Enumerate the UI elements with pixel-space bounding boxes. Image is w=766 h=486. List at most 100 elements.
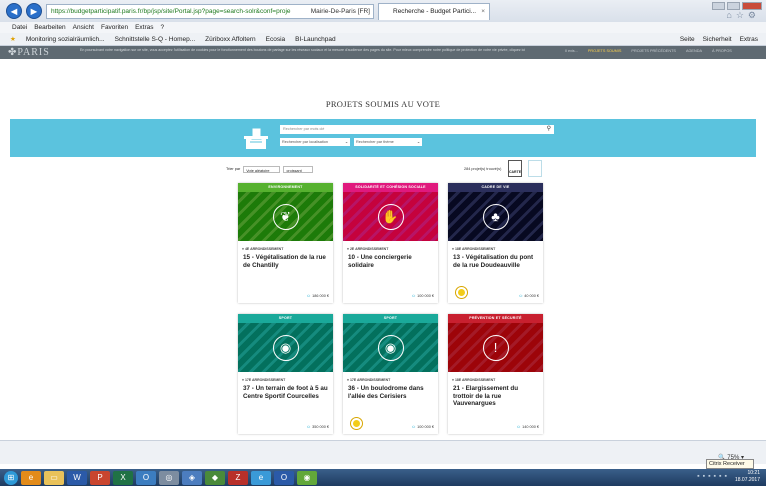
toolbar-security-button[interactable]: Sicherheit <box>703 33 732 46</box>
favorite-link[interactable]: BI-Launchpad <box>295 33 335 45</box>
outlook-app-icon[interactable]: O <box>274 470 294 485</box>
search-band: Rechercher par mots clé ⚲ Rechercher par … <box>10 119 756 157</box>
maximize-icon[interactable] <box>727 2 740 10</box>
favorite-link[interactable]: Schnittstelle S-Q - Homep... <box>115 33 196 45</box>
favorites-star-icon[interactable]: ★ <box>10 33 16 45</box>
outlook-app-icon[interactable]: O <box>136 470 156 485</box>
card-budget: ⛀ 140 000 € <box>517 424 539 429</box>
back-button-icon[interactable]: ◄ <box>6 3 22 19</box>
card-title[interactable]: 13 - Végétalisation du pont de la rue Do… <box>448 251 543 269</box>
theme-select[interactable]: Rechercher par thème ⌄ <box>354 138 422 146</box>
card-image: ❦ <box>238 192 333 241</box>
money-bag-icon: ⛀ <box>306 294 311 298</box>
card-image: ♣ <box>448 192 543 241</box>
view-list-button[interactable] <box>528 160 542 177</box>
card-title[interactable]: 36 - Un boulodrome dans l'allée des Ceri… <box>343 382 438 400</box>
money-bag-icon: ⛀ <box>519 294 523 298</box>
windows-taskbar: ⊞ e ▭ W P X O ◎ ◈ ◆ Z e O ◉ ▪▪▪▪▪▪ 10:21… <box>0 469 766 486</box>
start-button-icon[interactable]: ⊞ <box>4 470 18 485</box>
card-category-tag: SOLIDARITÉ ET COHÉSION SOCIALE <box>343 183 438 192</box>
menu-item[interactable]: ? <box>161 22 165 33</box>
url-text: https://budgetparticipatif.paris.fr/bp/j… <box>51 8 291 15</box>
card-budget: ⛀ 100 000 € <box>412 424 434 429</box>
nav-item[interactable]: PROJETS PRÉCÉDENTS <box>631 49 676 53</box>
favorite-link[interactable]: Ecosia <box>266 33 286 45</box>
ie-app-icon[interactable]: e <box>251 470 271 485</box>
money-bag-icon: ⛀ <box>516 425 521 429</box>
minimize-icon[interactable] <box>712 2 725 10</box>
browser-tab[interactable]: Recherche - Budget Partici... × <box>378 3 490 20</box>
word-app-icon[interactable]: W <box>67 470 87 485</box>
arrondissement-text: 17E ARRONDISSEMENT <box>349 378 391 382</box>
menu-item[interactable]: Extras <box>135 22 153 33</box>
card-title[interactable]: 37 - Un terrain de foot à 5 au Centre Sp… <box>238 382 333 400</box>
folder-app-icon[interactable]: ▭ <box>44 470 64 485</box>
filezilla-app-icon[interactable]: Z <box>228 470 248 485</box>
nav-item[interactable]: Il exis... <box>565 49 578 53</box>
card-title[interactable]: 10 - Une conciergerie solidaire <box>343 251 438 269</box>
tab-title: Recherche - Budget Partici... <box>393 8 477 15</box>
nav-item[interactable]: À PROPOS <box>712 49 732 53</box>
sort-select[interactable]: Vote aléatoire <box>243 165 281 173</box>
search-input[interactable]: Rechercher par mots clé ⚲ <box>280 125 554 134</box>
sort-label: Trier par <box>226 167 241 171</box>
budget-value: 140 000 € <box>522 425 539 429</box>
arrondissement-text: 17E ARRONDISSEMENT <box>244 378 286 382</box>
site-nav: Il exis... PROJETS SOUMIS PROJETS PRÉCÉD… <box>565 49 732 53</box>
window-controls <box>712 2 762 10</box>
close-window-icon[interactable] <box>742 2 762 10</box>
project-card[interactable]: SOLIDARITÉ ET COHÉSION SOCIALE ✋ ⌖ 2E ARRO… <box>343 183 438 303</box>
powerpoint-app-icon[interactable]: P <box>90 470 110 485</box>
sort-order-value: croissant <box>286 168 302 173</box>
arrondissement-text: 2E ARRONDISSEMENT <box>349 247 389 251</box>
system-tray-icons[interactable]: ▪▪▪▪▪▪ <box>697 473 730 480</box>
project-card[interactable]: CADRE DE VIE ♣ ⌖ 18E ARRONDISSEMENT 13 - Vé… <box>448 183 543 303</box>
app-icon[interactable]: ◆ <box>205 470 225 485</box>
nav-item[interactable]: AGENDA <box>686 49 702 53</box>
clock-time: 10:21 <box>747 470 760 476</box>
ballot-box-icon <box>244 127 268 149</box>
ie-app-icon[interactable]: e <box>21 470 41 485</box>
arrondissement-text: 4E ARRONDISSEMENT <box>244 247 284 251</box>
menu-item[interactable]: Ansicht <box>73 22 94 33</box>
favorites-bar: ★ Monitoring sozialräumlich... Schnittst… <box>0 33 766 46</box>
favorite-link[interactable]: Monitoring sozialräumlich... <box>26 33 105 45</box>
project-card[interactable]: PRÉVENTION ET SÉCURITÉ! ⌖ 18E ARRONDISSEM… <box>448 314 543 434</box>
menu-item[interactable]: Bearbeiten <box>34 22 65 33</box>
clock: 10:21 18.07.2017 <box>735 470 760 484</box>
search-icon[interactable]: ⚲ <box>547 125 551 134</box>
paris-logo[interactable]: ✤PARIS <box>8 47 50 58</box>
project-card[interactable]: SPORT ◉ ⌖ 17E ARRONDISSEMENT 37 - Un terrai… <box>238 314 333 434</box>
address-bar[interactable]: https://budgetparticipatif.paris.fr/bp/j… <box>46 4 374 19</box>
sort-order-select[interactable]: croissant <box>283 165 313 173</box>
nav-item-projets-soumis[interactable]: PROJETS SOUMIS <box>588 49 622 53</box>
money-bag-icon: ⛀ <box>411 425 416 429</box>
page-title: PROJETS SOUMIS AU VOTE <box>325 99 441 109</box>
toolbar-extras-button[interactable]: Extras <box>740 33 758 46</box>
card-title[interactable]: 15 - Végétalisation de la rue de Chantil… <box>238 251 333 269</box>
forward-button-icon[interactable]: ► <box>26 3 42 19</box>
page-content: PROJETS SOUMIS AU VOTE Rechercher par mo… <box>0 59 766 452</box>
menu-item[interactable]: Favoriten <box>101 22 128 33</box>
toolbar-page-button[interactable]: Seite <box>680 33 695 46</box>
card-title[interactable]: 21 - Elargissement du trottoir de la rue… <box>448 382 543 408</box>
close-tab-icon[interactable]: × <box>481 4 485 20</box>
view-cards-button[interactable]: CARTE <box>508 160 522 177</box>
arrondissement-text: 18E ARRONDISSEMENT <box>454 378 496 382</box>
app-icon[interactable]: ◎ <box>159 470 179 485</box>
menu-item[interactable]: Datei <box>12 22 27 33</box>
app-icon[interactable]: ◉ <box>297 470 317 485</box>
money-bag-icon: ⛀ <box>306 425 311 429</box>
tree-icon: ♣ <box>482 203 509 230</box>
app-icon[interactable]: ◈ <box>182 470 202 485</box>
favorite-link[interactable]: Züriboxx Affoltern <box>205 33 255 45</box>
alert-icon: ! <box>482 334 509 361</box>
project-card[interactable]: SPORT ◉ ⌖ 17E ARRONDISSEMENT 36 - Un boulod… <box>343 314 438 434</box>
location-select[interactable]: Rechercher par localisation ⌄ <box>280 138 350 146</box>
excel-app-icon[interactable]: X <box>113 470 133 485</box>
arrondissement-text: 18E ARRONDISSEMENT <box>454 247 496 251</box>
home-star-gear-icons[interactable]: ⌂☆⚙ <box>726 10 760 21</box>
card-image: ◉ <box>343 323 438 372</box>
project-card[interactable]: ENVIRONNEMENT ❦ ⌖ 4E ARRONDISSEMENT 15 - Vé… <box>238 183 333 303</box>
card-image: ◉ <box>238 323 333 372</box>
